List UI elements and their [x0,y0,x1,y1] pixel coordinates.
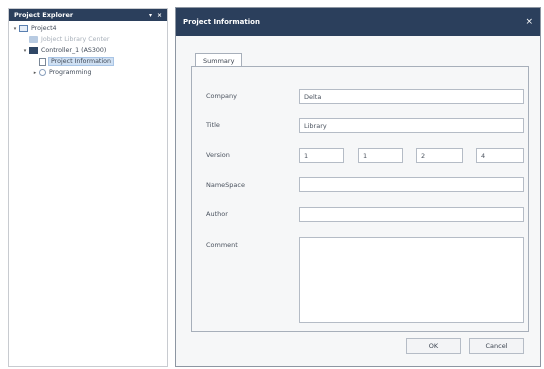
tree-item-label: Programming [49,69,92,76]
author-label: Author [206,210,228,218]
project-explorer-title: Project Explorer [14,11,74,19]
close-icon[interactable]: × [157,12,162,19]
project-explorer-header: Project Explorer ▾ × [9,9,167,21]
namespace-label: NameSpace [206,181,245,189]
version-label: Version [206,151,230,159]
project-explorer: Project Explorer ▾ × ▾ Project4 Jobject … [8,8,168,367]
project-tree: ▾ Project4 Jobject Library Center ▾ Cont… [9,21,167,78]
pin-icon[interactable]: ▾ [149,12,152,19]
tree-item-label: Controller_1 (AS300) [41,47,107,54]
chevron-down-icon[interactable]: ▾ [11,26,19,32]
tree-item-programming[interactable]: ▸ Programming [9,67,167,78]
chevron-right-icon[interactable]: ▸ [31,70,39,76]
author-field[interactable] [299,207,524,222]
company-field[interactable] [299,89,524,104]
tree-item-controller[interactable]: ▾ Controller_1 (AS300) [9,45,167,56]
folder-icon [19,25,28,32]
project-information-dialog: Project Information × Summary Company Ti… [175,7,541,367]
library-icon [29,36,38,43]
title-label: Title [206,121,220,129]
comment-label: Comment [206,241,238,249]
tree-item-label: Jobject Library Center [41,36,110,43]
version-major-field[interactable] [299,148,344,163]
version-minor-field[interactable] [358,148,403,163]
controller-icon [29,47,38,54]
title-field[interactable] [299,118,524,133]
tree-item-project-information[interactable]: Project Information [9,56,167,67]
tree-item-library-center[interactable]: Jobject Library Center [9,34,167,45]
dialog-title: Project Information [183,18,260,26]
comment-field[interactable] [299,237,524,323]
ok-button[interactable]: OK [406,338,461,354]
summary-panel: Company Title Version NameSpace Author C… [191,66,529,332]
tree-item-project4[interactable]: ▾ Project4 [9,23,167,34]
tree-item-label: Project Information [48,57,114,66]
dialog-titlebar: Project Information × [176,8,540,36]
document-icon [39,57,46,66]
close-icon[interactable]: × [525,17,533,27]
company-label: Company [206,92,237,100]
version-build-field[interactable] [416,148,463,163]
version-revision-field[interactable] [476,148,524,163]
namespace-field[interactable] [299,177,524,192]
cancel-button[interactable]: Cancel [469,338,524,354]
tree-item-label: Project4 [31,25,57,32]
programming-icon [39,69,46,76]
chevron-down-icon[interactable]: ▾ [21,48,29,54]
tab-summary[interactable]: Summary [195,53,243,67]
